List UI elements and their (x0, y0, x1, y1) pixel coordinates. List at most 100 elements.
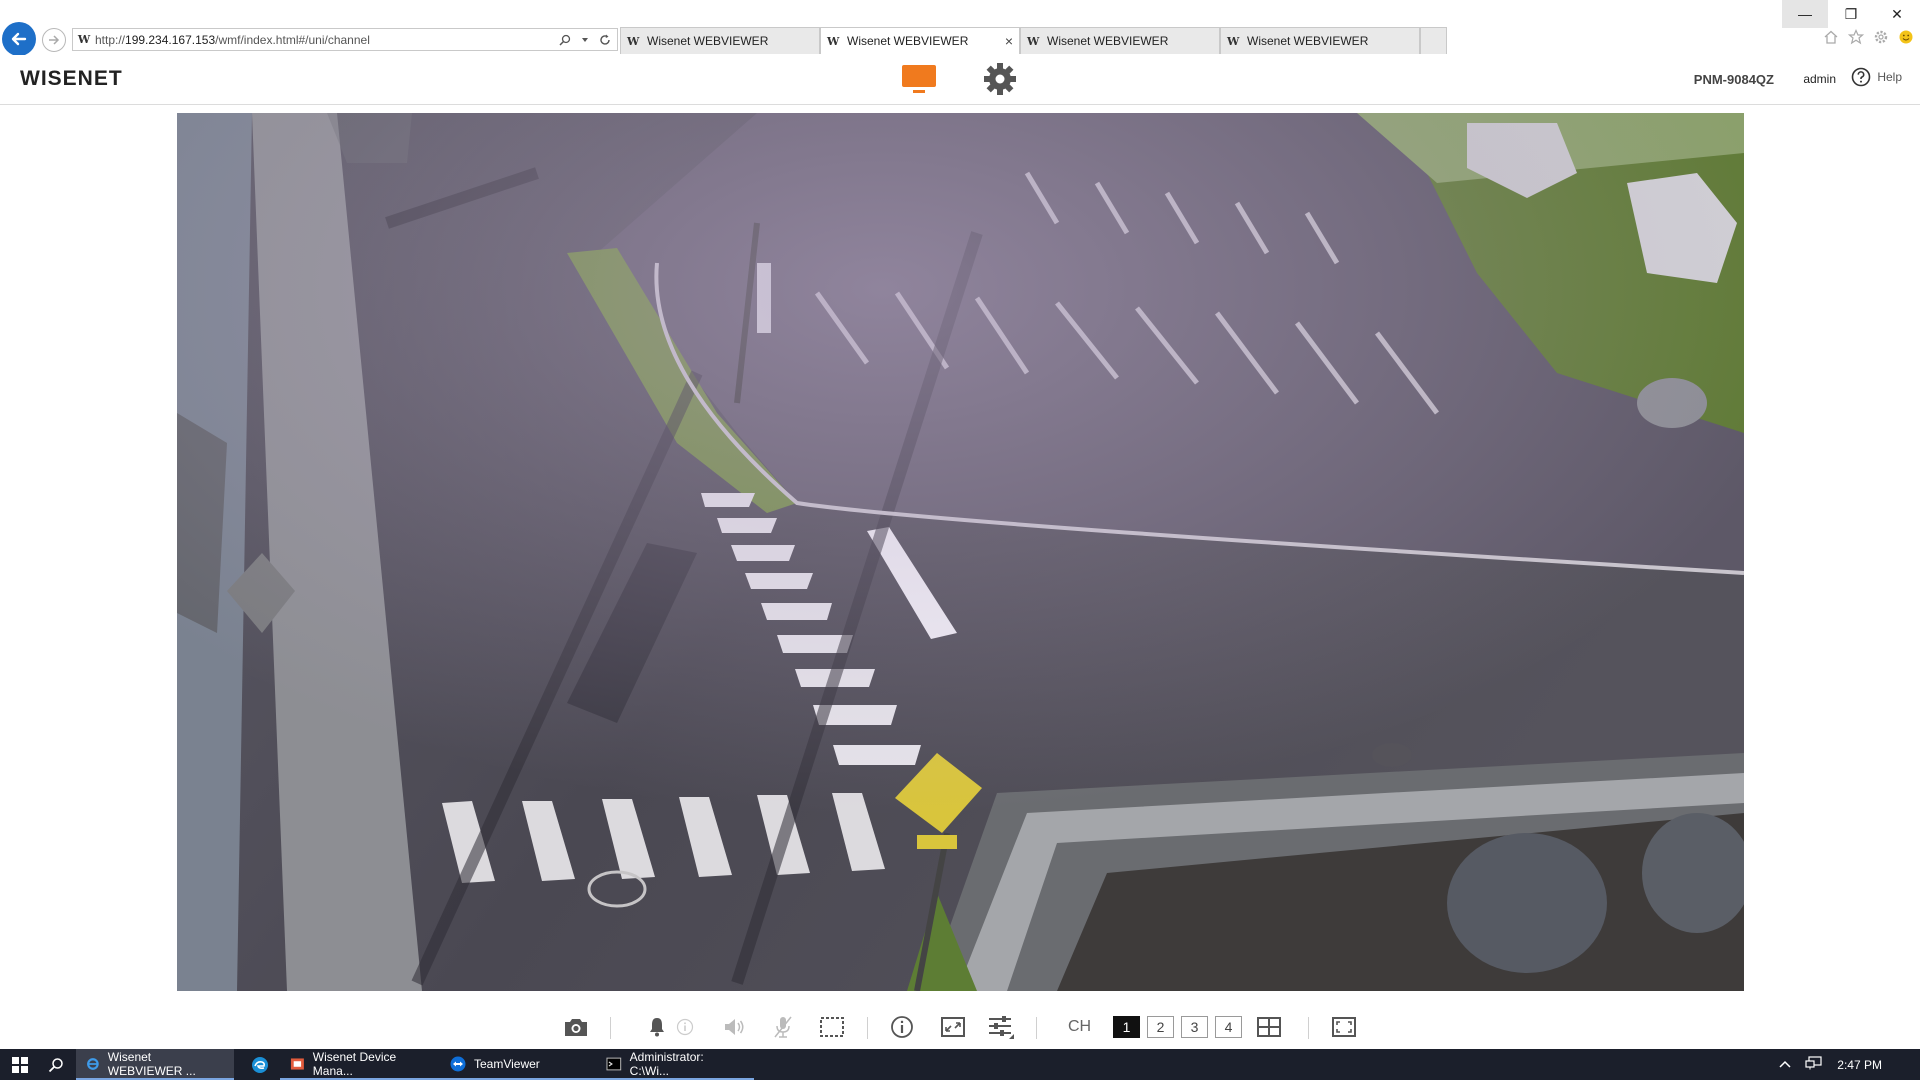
minimize-button[interactable]: — (1782, 0, 1828, 28)
help-label: Help (1877, 70, 1902, 84)
favorites-star-icon[interactable] (1847, 28, 1864, 45)
help-icon (1852, 67, 1871, 87)
refresh-icon[interactable] (597, 32, 613, 48)
taskbar-app-cmd[interactable]: Administrator: C:\Wi... (596, 1049, 754, 1080)
taskbar-app-label: Administrator: C:\Wi... (629, 1049, 704, 1078)
live-video-feed[interactable] (177, 113, 1744, 991)
settings-button[interactable] (982, 61, 1018, 97)
channel-1-button[interactable]: 1 (1113, 1016, 1140, 1038)
snapshot-button[interactable] (561, 1013, 591, 1041)
area-zoom-button[interactable] (817, 1013, 847, 1041)
user-name[interactable]: admin (1803, 72, 1836, 86)
aspect-ratio-icon (941, 1017, 965, 1037)
taskbar-app-label: Wisenet Device Mana... (312, 1049, 397, 1078)
help-button[interactable]: Help (1851, 67, 1902, 87)
camera-icon (565, 1019, 587, 1036)
url-text[interactable]: http://199.234.167.153/wmf/index.html#/u… (95, 33, 557, 47)
clock[interactable]: 2:47 PM (1837, 1058, 1882, 1072)
wisenet-logo: WISENET (20, 67, 123, 90)
bell-icon (650, 1018, 664, 1037)
alarm-info-indicator (670, 1013, 700, 1041)
alarm-button[interactable] (642, 1013, 672, 1041)
site-favicon-icon: W (77, 33, 91, 46)
app-header: WISENET PNM-9084QZ admin Help (0, 55, 1920, 105)
channel-4-button[interactable]: 4 (1215, 1016, 1242, 1038)
info-button[interactable] (887, 1013, 917, 1041)
browser-tab[interactable]: W Wisenet WEBVIEWER (1220, 27, 1420, 54)
divider (610, 1017, 611, 1039)
microphone-icon (774, 1016, 792, 1038)
forward-button[interactable] (42, 28, 66, 52)
taskbar-app-teamviewer[interactable]: TeamViewer (440, 1049, 596, 1080)
monitor-icon (902, 65, 936, 93)
taskbar-search-button[interactable] (40, 1049, 72, 1080)
browser-toolbar-icons (1822, 28, 1914, 45)
arrow-right-icon (49, 35, 60, 45)
address-bar[interactable]: W http://199.234.167.153/wmf/index.html#… (72, 28, 618, 51)
browser-tab[interactable]: W Wisenet WEBVIEWER (620, 27, 820, 54)
windows-logo-icon (12, 1056, 28, 1073)
divider (1036, 1017, 1037, 1039)
browser-chrome: W http://199.234.167.153/wmf/index.html#… (0, 0, 1920, 56)
system-tray: 2:47 PM (1779, 1049, 1906, 1080)
taskbar-app-device-manager[interactable]: Wisenet Device Mana... (280, 1049, 440, 1080)
teamviewer-icon (450, 1056, 466, 1071)
channel-3-button[interactable]: 3 (1181, 1016, 1208, 1038)
window-controls: — ❐ ✕ (1782, 0, 1920, 28)
search-icon (48, 1057, 63, 1072)
camera-feed-image (177, 113, 1744, 991)
audio-button[interactable] (719, 1013, 749, 1041)
microphone-button[interactable] (768, 1013, 798, 1041)
taskbar-app-ie-wisenet[interactable]: Wisenet WEBVIEWER ... (76, 1049, 234, 1080)
edge-browser-icon (252, 1056, 268, 1073)
grid-layout-icon (1257, 1017, 1281, 1037)
tab-strip: W Wisenet WEBVIEWER W Wisenet WEBVIEWER … (620, 27, 1447, 54)
taskbar-app-label: Wisenet WEBVIEWER ... (107, 1049, 196, 1078)
fullscreen-button[interactable] (1329, 1013, 1359, 1041)
channel-label: CH (1068, 1018, 1092, 1035)
image-adjust-button[interactable] (986, 1013, 1016, 1041)
windows-taskbar: Wisenet WEBVIEWER ... Wisenet Device Man… (0, 1049, 1920, 1080)
smiley-feedback-icon[interactable] (1897, 28, 1914, 45)
sliders-icon (989, 1016, 1014, 1039)
live-monitor-button[interactable] (900, 63, 938, 95)
speaker-icon (725, 1019, 744, 1035)
video-control-bar: CH 1 2 3 4 (0, 1005, 1920, 1049)
dropdown-arrow-icon[interactable] (577, 32, 593, 48)
browser-tab[interactable]: W Wisenet WEBVIEWER (1020, 27, 1220, 54)
tab-label: Wisenet WEBVIEWER (847, 34, 969, 48)
command-prompt-icon (606, 1057, 622, 1070)
device-model-name: PNM-9084QZ (1693, 72, 1774, 87)
taskbar-app-edge[interactable] (240, 1049, 280, 1080)
chevron-up-icon[interactable] (1779, 1058, 1791, 1072)
restore-button[interactable]: ❐ (1828, 0, 1874, 28)
channel-2-button[interactable]: 2 (1147, 1016, 1174, 1038)
selection-box-icon (820, 1017, 844, 1037)
tab-label: Wisenet WEBVIEWER (1047, 34, 1169, 48)
tab-label: Wisenet WEBVIEWER (1247, 34, 1369, 48)
fit-to-screen-button[interactable] (938, 1013, 968, 1041)
quad-view-button[interactable] (1254, 1013, 1284, 1041)
gear-icon (984, 63, 1016, 95)
site-favicon-icon: W (1027, 34, 1040, 48)
divider (1308, 1017, 1309, 1039)
arrow-left-icon (11, 32, 27, 46)
site-favicon-icon: W (1227, 34, 1240, 48)
browser-tab-active[interactable]: W Wisenet WEBVIEWER × (820, 27, 1020, 54)
close-window-button[interactable]: ✕ (1874, 0, 1920, 28)
site-favicon-icon: W (627, 34, 640, 48)
info-icon (891, 1016, 913, 1038)
search-icon[interactable] (557, 32, 573, 48)
network-icon[interactable] (1805, 1056, 1823, 1073)
close-tab-icon[interactable]: × (1005, 33, 1013, 49)
device-manager-icon (290, 1057, 304, 1070)
fullscreen-icon (1332, 1017, 1356, 1037)
home-icon[interactable] (1822, 28, 1839, 45)
taskbar-app-label: TeamViewer (474, 1056, 540, 1071)
new-tab-button[interactable] (1420, 27, 1447, 54)
divider (867, 1017, 868, 1039)
back-button[interactable] (2, 22, 36, 56)
tab-label: Wisenet WEBVIEWER (647, 34, 769, 48)
start-button[interactable] (4, 1049, 36, 1080)
gear-icon[interactable] (1872, 28, 1889, 45)
